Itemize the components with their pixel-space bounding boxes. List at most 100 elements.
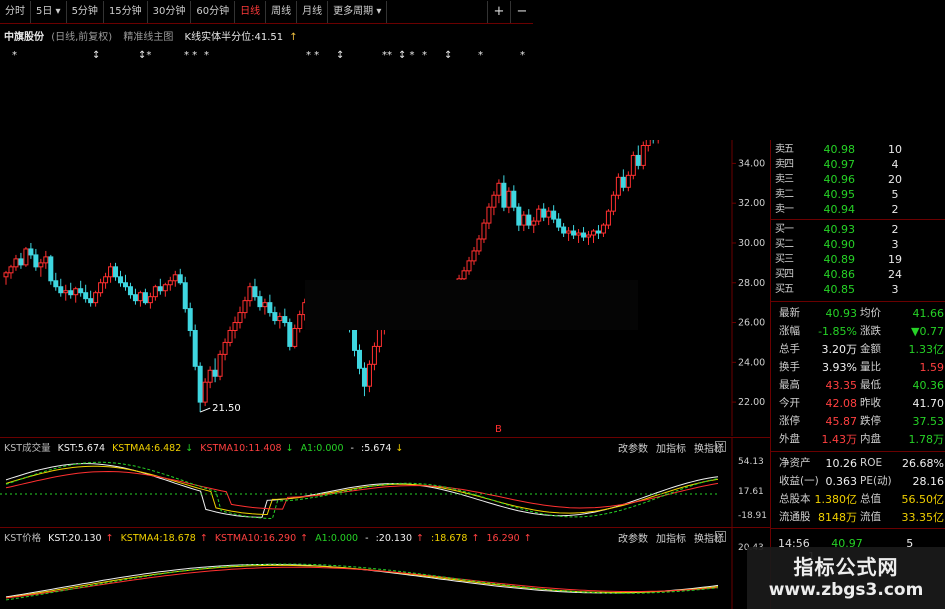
kst-volume-panel[interactable]: 54.13 17.61 -18.91 KST成交量 KST:5.674 KSTMA4… bbox=[0, 437, 770, 528]
signal-star-marker: * bbox=[422, 50, 427, 61]
sell-level-row[interactable]: 卖四 40.97 4 bbox=[775, 158, 943, 172]
stat-label: 净资产 bbox=[779, 457, 811, 469]
main-indicator-name[interactable]: 精准线主图 bbox=[123, 32, 173, 43]
stat-label: ROE bbox=[860, 457, 883, 469]
kst-price-panel[interactable]: 20.43 KST价格 KST:20.130↑ KSTMA4:18.678↑ K… bbox=[0, 527, 770, 609]
buy-level-row[interactable]: 买四 40.86 24 bbox=[775, 268, 943, 282]
candle-body bbox=[356, 349, 362, 369]
tab-5[interactable]: 60分钟 bbox=[191, 1, 236, 23]
stat-label: 换手 bbox=[779, 361, 800, 373]
stat-row: 换手 3.93% 量比 1.59 bbox=[771, 359, 945, 376]
candle-body bbox=[147, 296, 153, 304]
tab-2[interactable]: 5分钟 bbox=[67, 1, 104, 23]
buy-level-row[interactable]: 买二 40.90 3 bbox=[775, 238, 943, 252]
kstma4-line bbox=[5, 564, 719, 599]
stat-value: 45.87 bbox=[825, 415, 858, 428]
level-volume: 2 bbox=[891, 203, 899, 216]
level-volume: 5 bbox=[891, 188, 899, 201]
kst-volume-header: KST成交量 KST:5.674 KSTMA4:6.482 ↓ KSTMA10:1… bbox=[4, 440, 407, 454]
level-price: 40.85 bbox=[823, 283, 856, 296]
a1-line bbox=[5, 461, 719, 520]
period-tab-bar: 分时 5日 ▾ 5分钟 15分钟 30分钟 60分钟 日线 周线 月线 更多周期 ▾ bbox=[0, 0, 533, 24]
tail4-up-arrow-icon: ↑ bbox=[523, 533, 532, 544]
indicator-name[interactable]: KST成交量 bbox=[4, 443, 51, 454]
candle-body bbox=[471, 250, 477, 262]
candle-body bbox=[247, 286, 253, 302]
edit-params-button[interactable]: 改参数 bbox=[618, 530, 648, 545]
tab-4[interactable]: 30分钟 bbox=[148, 1, 192, 23]
buy-level-row[interactable]: 买一 40.93 2 bbox=[775, 223, 943, 237]
a1-value: A1:0.000 bbox=[300, 443, 344, 454]
watermark-title: 指标公式网 bbox=[793, 555, 899, 579]
level-price: 40.93 bbox=[823, 223, 856, 236]
candle-body bbox=[182, 282, 188, 310]
chart-mode[interactable]: (日线,前复权) bbox=[51, 32, 112, 43]
stat-value: 42.08 bbox=[825, 397, 858, 410]
candle-body bbox=[63, 290, 69, 294]
tab-9[interactable]: 更多周期 ▾ bbox=[328, 1, 388, 23]
tab-3[interactable]: 15分钟 bbox=[104, 1, 148, 23]
candle-body bbox=[167, 280, 173, 286]
zoom-out-button[interactable]: − bbox=[510, 1, 533, 23]
candle-body bbox=[127, 286, 133, 296]
indicator-name[interactable]: KST价格 bbox=[4, 533, 41, 544]
candle-body bbox=[192, 329, 198, 367]
candle-body bbox=[481, 222, 487, 240]
candle-body bbox=[242, 300, 248, 314]
candle-body bbox=[222, 341, 228, 355]
divider bbox=[771, 528, 945, 529]
stat-value: 3.93% bbox=[822, 361, 857, 374]
tail-dash: - bbox=[350, 443, 354, 454]
tab-8[interactable]: 月线 bbox=[297, 1, 329, 23]
candle-body bbox=[58, 286, 64, 294]
stat-label: 最新 bbox=[779, 307, 800, 319]
watermark-url: www.zbgs3.com bbox=[768, 580, 924, 600]
signal-star-marker: * bbox=[478, 50, 483, 61]
level-volume: 4 bbox=[891, 158, 899, 171]
sell-level-row[interactable]: 卖五 40.98 10 bbox=[775, 143, 943, 157]
buy-level-row[interactable]: 买三 40.89 19 bbox=[775, 253, 943, 267]
close-icon[interactable]: × bbox=[715, 531, 726, 542]
candle-body bbox=[566, 230, 572, 234]
add-indicator-button[interactable]: 加指标 bbox=[656, 530, 686, 545]
sell-level-row[interactable]: 卖二 40.95 5 bbox=[775, 188, 943, 202]
stat-label: 今开 bbox=[779, 397, 800, 409]
kstma10-line bbox=[5, 470, 719, 510]
stat-label: 流通股 bbox=[779, 511, 811, 523]
tail-value: :5.674 bbox=[361, 443, 392, 454]
sell-level-row[interactable]: 卖一 40.94 2 bbox=[775, 203, 943, 217]
stat-value: 41.70 bbox=[912, 397, 945, 410]
kst-price-tools: 改参数 加指标 换指标 bbox=[618, 530, 724, 545]
tab-7[interactable]: 周线 bbox=[266, 1, 298, 23]
edit-params-button[interactable]: 改参数 bbox=[618, 440, 648, 455]
stat-row: 总手 3.20万 金额 1.33亿 bbox=[771, 341, 945, 358]
candle-body bbox=[352, 328, 358, 351]
stat-value: ▼0.77 bbox=[911, 325, 944, 338]
stat-row: 涨幅 -1.85% 涨跌 ▼0.77 bbox=[771, 323, 945, 340]
kstma4-line bbox=[5, 465, 719, 516]
stat-label: 涨跌 bbox=[860, 325, 881, 337]
close-icon[interactable]: × bbox=[715, 441, 726, 452]
y-tick-label: 28.00 bbox=[738, 278, 765, 289]
sell-level-row[interactable]: 卖三 40.96 20 bbox=[775, 173, 943, 187]
candle-body bbox=[586, 234, 592, 238]
level-volume: 19 bbox=[888, 253, 902, 266]
kstma4-up-arrow-icon: ↑ bbox=[199, 533, 208, 544]
candle-body bbox=[187, 308, 193, 331]
candle-body bbox=[157, 286, 163, 292]
kstma10-up-arrow-icon: ↑ bbox=[300, 533, 309, 544]
buy-level-row[interactable]: 买五 40.85 3 bbox=[775, 283, 943, 297]
tab-1[interactable]: 5日 ▾ bbox=[31, 1, 67, 23]
candle-body bbox=[486, 206, 492, 224]
candle-body bbox=[561, 226, 567, 234]
kstma10-value: KSTMA10:16.290 bbox=[214, 533, 297, 544]
tab-0[interactable]: 分时 bbox=[0, 1, 31, 23]
candle-body bbox=[610, 194, 616, 212]
candle-body bbox=[8, 266, 14, 274]
signal-star-marker: ↕* bbox=[138, 50, 151, 61]
zoom-in-button[interactable]: + bbox=[487, 1, 510, 23]
tab-6[interactable]: 日线 bbox=[235, 1, 267, 23]
tail3-value: :18.678 bbox=[431, 533, 468, 544]
stat-label: 涨幅 bbox=[779, 325, 800, 337]
add-indicator-button[interactable]: 加指标 bbox=[656, 440, 686, 455]
